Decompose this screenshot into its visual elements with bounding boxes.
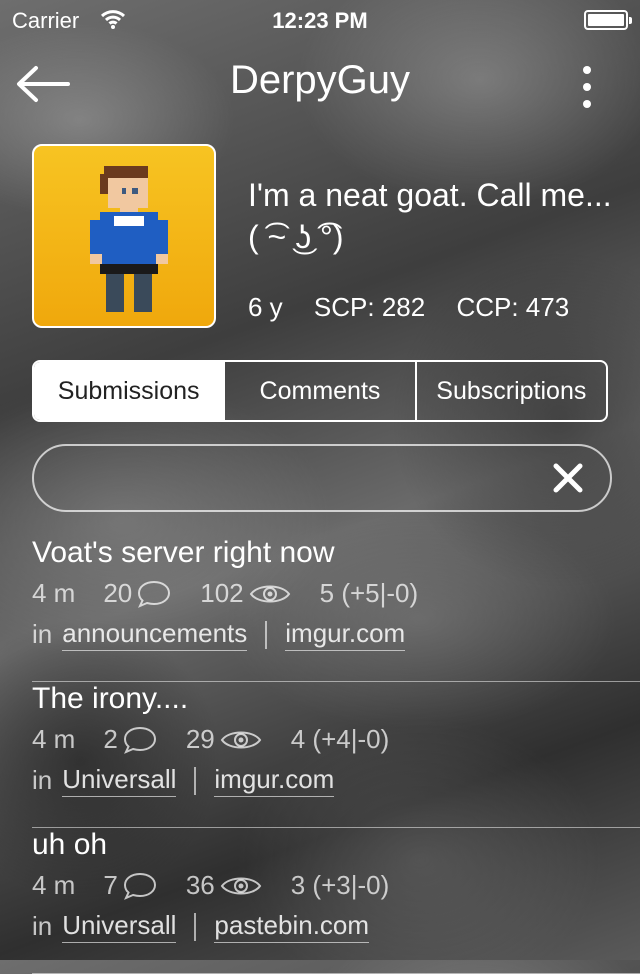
separator <box>265 620 268 649</box>
comment-count: 2 <box>103 724 157 755</box>
post-meta: 4 m 20 102 5 (+5|-0) <box>32 578 446 609</box>
more-vertical-icon[interactable] <box>580 60 594 108</box>
page-title: DerpyGuy <box>229 58 411 102</box>
post-source: in Universall imgur.com <box>32 764 352 797</box>
profile-bio: I'm a neat goat. Call me... ( ͡~ ͜ʖ ͡°) <box>248 177 612 255</box>
eye-icon <box>220 877 261 894</box>
post-title[interactable]: uh oh <box>32 828 107 862</box>
view-count: 36 <box>186 870 263 901</box>
separator <box>194 766 197 795</box>
view-count: 102 <box>200 578 291 609</box>
domain-link[interactable]: imgur.com <box>285 618 406 651</box>
account-age: 6 y <box>248 292 283 322</box>
post-source: in Universall pastebin.com <box>32 910 387 943</box>
list-item[interactable]: Voat's server right now 4 m 20 102 5 (+5… <box>0 536 640 682</box>
in-label: in <box>32 911 53 941</box>
tab-comments[interactable]: Comments <box>223 362 414 420</box>
tab-subscriptions[interactable]: Subscriptions <box>414 362 606 420</box>
subverse-link[interactable]: Universall <box>62 764 177 797</box>
post-age: 4 m <box>32 870 76 900</box>
post-title[interactable]: The irony.... <box>32 682 188 716</box>
avatar <box>32 144 216 328</box>
comment-bubble-icon <box>123 872 156 900</box>
post-age: 4 m <box>32 724 76 754</box>
post-score: 4 (+4|-0) <box>290 724 390 754</box>
domain-link[interactable]: pastebin.com <box>214 910 370 943</box>
subverse-link[interactable]: announcements <box>62 618 248 651</box>
comment-bubble-icon <box>123 726 156 754</box>
battery-icon <box>584 10 632 30</box>
eye-icon <box>249 585 290 602</box>
post-score: 3 (+3|-0) <box>290 870 390 900</box>
search-bar <box>32 444 612 512</box>
in-label: in <box>32 765 53 795</box>
post-score: 5 (+5|-0) <box>319 578 419 608</box>
post-source: in announcements imgur.com <box>32 618 423 651</box>
comment-count: 20 <box>103 578 172 609</box>
post-meta: 4 m 7 36 3 (+3|-0) <box>32 870 417 901</box>
profile-stats: 6 y SCP: 282 CCP: 473 <box>248 292 593 323</box>
separator <box>194 912 197 941</box>
tab-submissions[interactable]: Submissions <box>34 362 224 420</box>
list-item[interactable]: The irony.... 4 m 2 29 4 (+4|-0) in Univ… <box>0 682 640 828</box>
profile-tabs: Submissions Comments Subscriptions <box>32 360 608 422</box>
status-time: 12:23 PM <box>272 8 368 33</box>
ccp-score: CCP: 473 <box>456 292 570 322</box>
comment-count: 7 <box>103 870 157 901</box>
comment-bubble-icon <box>138 580 171 608</box>
status-bar: Carrier 12:23 PM <box>0 0 640 40</box>
search-input[interactable] <box>56 456 550 502</box>
list-item[interactable]: uh oh 4 m 7 36 3 (+3|-0) in Universall p… <box>0 828 640 974</box>
post-title[interactable]: Voat's server right now <box>32 536 335 570</box>
domain-link[interactable]: imgur.com <box>214 764 335 797</box>
view-count: 29 <box>186 724 263 755</box>
close-icon[interactable] <box>550 460 586 496</box>
post-age: 4 m <box>32 578 76 608</box>
pixel-character-avatar <box>90 166 168 312</box>
eye-icon <box>220 731 261 748</box>
post-meta: 4 m 2 29 4 (+4|-0) <box>32 724 417 755</box>
nav-bar: DerpyGuy <box>0 52 640 116</box>
in-label: in <box>32 619 53 649</box>
scp-score: SCP: 282 <box>313 292 426 322</box>
subverse-link[interactable]: Universall <box>62 910 177 943</box>
